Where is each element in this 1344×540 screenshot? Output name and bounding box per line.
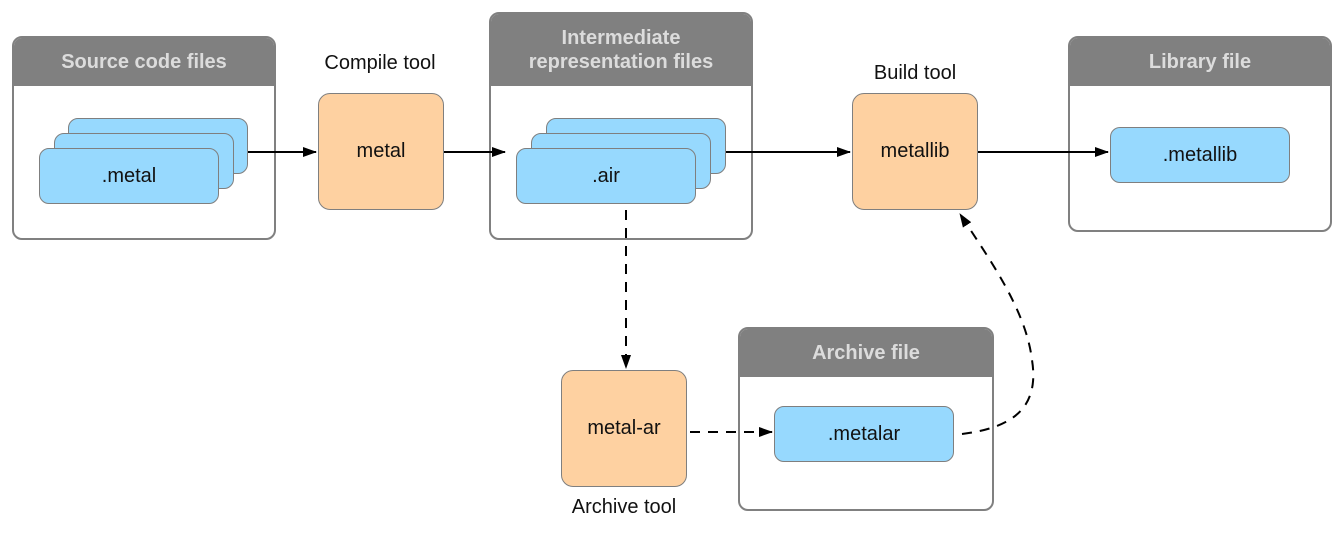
metallib-file[interactable]: .metallib <box>1110 127 1290 183</box>
build-tool-metallib[interactable]: metallib <box>852 93 978 210</box>
air-file[interactable]: .air <box>516 148 696 204</box>
archive-tool-caption: Archive tool <box>571 496 677 518</box>
metal-file-label: .metal <box>101 164 157 187</box>
compile-tool-metal[interactable]: metal <box>318 93 444 210</box>
archive-tool-label: metal-ar <box>587 417 661 439</box>
build-tool-caption: Build tool <box>873 62 957 84</box>
metal-file[interactable]: .metal <box>39 148 219 204</box>
compile-tool-caption: Compile tool <box>324 52 436 74</box>
build-tool-label: metallib <box>880 140 950 162</box>
air-file-label: .air <box>592 164 620 187</box>
source-code-files-header: Source code files <box>14 38 274 86</box>
metallib-file-label: .metallib <box>1162 143 1238 166</box>
metalar-file[interactable]: .metalar <box>774 406 954 462</box>
intermediate-representation-header: Intermediate representation files <box>491 14 751 86</box>
library-file-title: Library file <box>1148 51 1252 73</box>
intermediate-title-line1: Intermediate <box>561 27 681 49</box>
archive-file-title: Archive file <box>812 342 920 364</box>
intermediate-title-line2: representation files <box>528 51 714 73</box>
library-file-header: Library file <box>1070 38 1330 86</box>
archive-file-header: Archive file <box>740 329 992 377</box>
source-code-files-title: Source code files <box>61 51 227 73</box>
compile-tool-label: metal <box>356 140 406 162</box>
metalar-file-label: .metalar <box>827 422 901 445</box>
archive-tool-metal-ar[interactable]: metal-ar <box>561 370 687 487</box>
